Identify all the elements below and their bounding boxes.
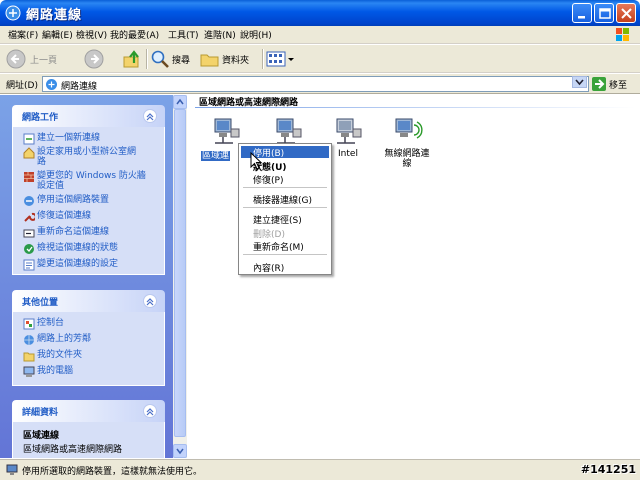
context-item-delete: 刪除(D) bbox=[253, 230, 285, 240]
computer-icon bbox=[23, 366, 35, 377]
menu-help[interactable]: 說明(H) bbox=[240, 28, 272, 41]
toolbar-separator bbox=[146, 49, 147, 69]
views-icon bbox=[266, 51, 294, 67]
address-bar: 網址(D) 網路連線 移至 bbox=[0, 74, 640, 94]
search-icon bbox=[151, 50, 169, 68]
minimize-icon bbox=[578, 16, 585, 19]
details-type: 區域網路或高速網際網路 bbox=[23, 445, 123, 455]
details-name: 區域連線 bbox=[23, 431, 60, 441]
minimize-button[interactable] bbox=[572, 3, 592, 23]
wireless-adapter-icon bbox=[395, 118, 423, 139]
network-connections-icon bbox=[46, 79, 57, 90]
details-title: 詳細資料 bbox=[22, 408, 59, 418]
context-item-bridge[interactable]: 橋接器連線(G) bbox=[253, 193, 312, 206]
menu-favorites[interactable]: 我的最愛(A) bbox=[110, 28, 159, 41]
cursor-icon bbox=[250, 152, 263, 170]
documents-folder-icon bbox=[23, 352, 35, 362]
chevron-down-icon bbox=[176, 448, 184, 455]
views-button[interactable] bbox=[266, 49, 296, 69]
collapse-chevron-icon[interactable] bbox=[143, 404, 157, 418]
context-item-create-shortcut[interactable]: 建立捷徑(S) bbox=[253, 213, 302, 226]
home-network-icon bbox=[23, 147, 35, 159]
address-input[interactable]: 網路連線 bbox=[42, 76, 589, 92]
firewall-icon bbox=[24, 172, 34, 182]
new-connection-icon bbox=[23, 133, 35, 145]
network-places-icon bbox=[24, 335, 34, 345]
status-icon bbox=[24, 244, 34, 254]
folders-label: 資料夾 bbox=[222, 56, 250, 66]
close-icon bbox=[621, 8, 632, 19]
control-panel-icon bbox=[23, 318, 35, 330]
context-item-properties[interactable]: 內容(R) bbox=[253, 261, 284, 274]
back-button[interactable]: 上一頁 bbox=[6, 49, 76, 69]
group-divider bbox=[195, 107, 635, 108]
toolbar-separator bbox=[262, 49, 263, 69]
context-separator bbox=[243, 187, 327, 188]
menu-file[interactable]: 檔案(F) bbox=[8, 28, 38, 41]
forward-arrow-icon bbox=[84, 49, 104, 69]
connection-label: 無線網路連 線 bbox=[384, 149, 430, 169]
search-label: 搜尋 bbox=[172, 56, 191, 66]
context-separator bbox=[243, 207, 327, 208]
watermark: #141251 bbox=[580, 463, 636, 476]
network-adapter-icon bbox=[6, 464, 18, 475]
network-adapter-icon bbox=[336, 118, 362, 144]
up-folder-icon bbox=[123, 50, 139, 68]
context-item-rename[interactable]: 重新命名(M) bbox=[253, 240, 304, 253]
scroll-up-button[interactable] bbox=[173, 95, 187, 109]
folders-button[interactable]: 資料夾 bbox=[200, 49, 258, 69]
address-value: 網路連線 bbox=[61, 82, 98, 92]
back-label: 上一頁 bbox=[30, 56, 58, 66]
title-bar: 網路連線 bbox=[0, 0, 640, 26]
window-title: 網路連線 bbox=[26, 8, 83, 23]
details-header[interactable]: 詳細資料 bbox=[12, 400, 165, 422]
network-tasks-title: 網路工作 bbox=[22, 113, 59, 123]
connection-label: 區域連 bbox=[201, 151, 231, 161]
collapse-chevron-icon[interactable] bbox=[143, 294, 157, 308]
windows-logo-icon bbox=[616, 28, 629, 41]
address-label: 網址(D) bbox=[6, 81, 38, 91]
folders-icon bbox=[200, 54, 219, 67]
scroll-down-button[interactable] bbox=[173, 444, 187, 458]
rename-icon bbox=[23, 229, 35, 238]
menu-view[interactable]: 檢視(V) bbox=[76, 28, 107, 41]
status-text: 停用所選取的網路裝置，這樣就無法使用它。 bbox=[22, 467, 203, 477]
other-places-header[interactable]: 其他位置 bbox=[12, 290, 165, 312]
menu-advanced[interactable]: 進階(N) bbox=[204, 28, 236, 41]
toolbar: 上一頁 搜尋 資料夾 bbox=[0, 45, 640, 73]
chevron-up-icon bbox=[176, 98, 184, 105]
details-panel: 區域連線 區域網路或高速網際網路 bbox=[12, 422, 165, 458]
go-button[interactable] bbox=[592, 77, 606, 91]
search-button[interactable]: 搜尋 bbox=[150, 49, 196, 69]
status-bar: 停用所選取的網路裝置，這樣就無法使用它。 #141251 bbox=[0, 459, 640, 480]
back-arrow-icon bbox=[6, 49, 26, 69]
other-places-title: 其他位置 bbox=[22, 298, 59, 308]
maximize-button[interactable] bbox=[594, 3, 614, 23]
address-dropdown-button[interactable] bbox=[572, 76, 587, 88]
connection-wireless[interactable]: 無線網路連 線 bbox=[381, 115, 433, 169]
task-pane-scrollbar[interactable] bbox=[173, 95, 187, 458]
network-tasks-header[interactable]: 網路工作 bbox=[12, 105, 165, 127]
disable-device-icon bbox=[24, 196, 34, 206]
network-connections-icon bbox=[5, 5, 21, 21]
go-label[interactable]: 移至 bbox=[609, 78, 627, 91]
chevron-down-icon bbox=[575, 79, 584, 86]
go-arrow-icon bbox=[595, 79, 605, 89]
maximize-icon bbox=[599, 8, 611, 19]
menu-bar: 檔案(F) 編輯(E) 檢視(V) 我的最愛(A) 工具(T) 進階(N) 說明… bbox=[0, 26, 640, 44]
task-pane: 網路工作 建立一個新連線 設定家用或小型辦公室網 路 變更您的 Windows … bbox=[0, 95, 173, 458]
forward-button[interactable] bbox=[84, 49, 114, 69]
wrench-icon bbox=[24, 212, 35, 222]
up-folder-button[interactable] bbox=[122, 49, 144, 69]
close-button[interactable] bbox=[616, 3, 636, 23]
settings-icon bbox=[23, 259, 35, 271]
context-item-repair[interactable]: 修復(P) bbox=[253, 173, 283, 186]
menu-tools[interactable]: 工具(T) bbox=[168, 28, 199, 41]
context-separator bbox=[243, 254, 327, 255]
collapse-chevron-icon[interactable] bbox=[143, 109, 157, 123]
other-places-panel: 控制台 網路上的芳鄰 我的文件夾 我的電腦 bbox=[12, 312, 165, 386]
scroll-thumb[interactable] bbox=[174, 109, 186, 437]
menu-edit[interactable]: 編輯(E) bbox=[42, 28, 73, 41]
network-tasks-panel: 建立一個新連線 設定家用或小型辦公室網 路 變更您的 Windows 防火牆 設… bbox=[12, 127, 165, 275]
